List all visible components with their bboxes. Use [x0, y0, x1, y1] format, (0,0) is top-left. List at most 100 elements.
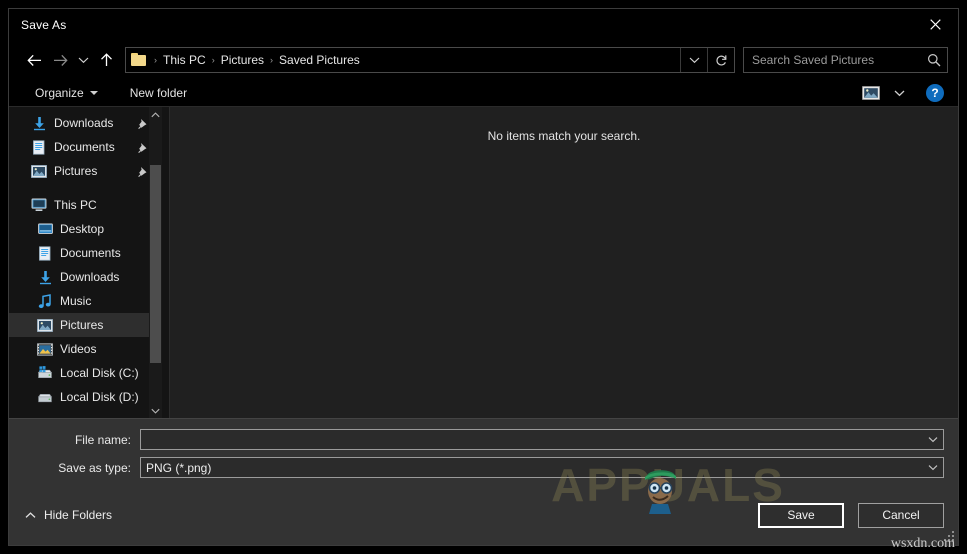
hide-folders-label: Hide Folders	[44, 508, 113, 522]
sidebar-item-label: Local Disk (D:)	[60, 390, 139, 404]
chevron-down-icon	[89, 90, 98, 95]
address-bar[interactable]: › This PC › Pictures › Saved Pictures	[125, 47, 735, 73]
title-bar: Save As	[9, 9, 958, 41]
dialog-buttons: Save Cancel	[758, 502, 944, 528]
file-name-input[interactable]	[141, 432, 923, 447]
save-as-type-value: PNG (*.png)	[146, 460, 212, 475]
sidebar-item-downloads-quick[interactable]: Downloads	[9, 111, 155, 135]
picture-icon	[37, 317, 53, 333]
pc-icon	[31, 197, 47, 213]
save-as-dialog: Save As › This PC › Pictures › Saved Pic…	[8, 8, 959, 546]
refresh-button[interactable]	[707, 48, 734, 72]
breadcrumb-item-1[interactable]: Pictures	[218, 53, 267, 67]
sidebar-item-pictures-quick[interactable]: Pictures	[9, 159, 155, 183]
view-mode-button[interactable]	[858, 82, 884, 104]
document-icon	[31, 139, 47, 155]
chevron-up-icon	[25, 511, 36, 518]
sidebar-item-local-disk-d[interactable]: Local Disk (D:)	[9, 385, 155, 409]
breadcrumb-item-0[interactable]: This PC	[160, 53, 209, 67]
desktop-icon	[37, 221, 53, 237]
file-list[interactable]: No items match your search.	[170, 107, 958, 418]
sidebar-item-partial[interactable]	[9, 409, 155, 418]
chevron-down-icon	[689, 57, 699, 64]
sidebar-item-downloads[interactable]: Downloads	[9, 265, 155, 289]
sidebar-item-label: Documents	[54, 140, 115, 154]
file-name-label: File name:	[74, 432, 131, 447]
help-icon: ?	[931, 85, 939, 100]
navigation-pane-items: Downloads Documents Pictures This PC Des…	[9, 107, 155, 418]
hide-folders-button[interactable]: Hide Folders	[23, 504, 114, 526]
dialog-footer: Hide Folders Save Cancel	[9, 485, 958, 545]
arrow-right-icon	[53, 54, 68, 66]
breadcrumb-separator: ›	[211, 55, 215, 65]
command-bar-right: ?	[858, 82, 948, 104]
scroll-down-button[interactable]	[149, 403, 162, 418]
sidebar-item-label: Downloads	[60, 270, 120, 284]
drive-icon	[37, 413, 53, 418]
resize-grip-icon[interactable]	[943, 530, 955, 542]
navigation-pane: Downloads Documents Pictures This PC Des…	[9, 107, 170, 418]
sidebar-item-desktop[interactable]: Desktop	[9, 217, 155, 241]
search-input[interactable]	[744, 53, 921, 67]
sidebar-item-videos[interactable]: Videos	[9, 337, 155, 361]
view-dropdown-button[interactable]	[886, 82, 912, 104]
new-folder-label: New folder	[129, 85, 188, 100]
download-icon	[31, 115, 47, 131]
breadcrumb-item-2[interactable]: Saved Pictures	[276, 53, 363, 67]
command-bar: Organize New folder ?	[9, 79, 958, 107]
navigation-pane-scrollbar[interactable]	[149, 107, 162, 418]
up-button[interactable]	[93, 47, 119, 73]
help-button[interactable]: ?	[926, 83, 944, 102]
save-form: File name: Save as type: PNG (*.png)	[9, 418, 958, 485]
sidebar-item-music[interactable]: Music	[9, 289, 155, 313]
scroll-up-button[interactable]	[149, 107, 162, 122]
save-button[interactable]: Save	[758, 502, 844, 528]
sidebar-item-local-disk-c[interactable]: Local Disk (C:)	[9, 361, 155, 385]
save-button-label: Save	[787, 508, 815, 522]
sidebar-item-label: Local Disk (C:)	[60, 366, 139, 380]
search-box[interactable]	[743, 47, 948, 73]
sidebar-item-label: Pictures	[60, 318, 104, 332]
sidebar-item-documents-quick[interactable]: Documents	[9, 135, 155, 159]
dialog-body: Downloads Documents Pictures This PC Des…	[9, 107, 958, 418]
back-button[interactable]	[21, 47, 47, 73]
system-drive-icon	[37, 365, 53, 381]
cancel-button[interactable]: Cancel	[858, 502, 944, 528]
chevron-up-icon	[151, 111, 160, 117]
address-dropdown-button[interactable]	[680, 48, 707, 72]
refresh-icon	[715, 54, 726, 66]
sidebar-item-documents[interactable]: Documents	[9, 241, 155, 265]
recent-locations-button[interactable]	[73, 47, 93, 73]
forward-button[interactable]	[47, 47, 73, 73]
sidebar-item-label: Documents	[60, 246, 121, 260]
file-name-dropdown-button[interactable]	[923, 430, 943, 449]
cancel-button-label: Cancel	[882, 508, 920, 522]
chevron-down-icon	[78, 57, 88, 64]
pin-icon	[137, 164, 149, 178]
chevron-down-icon	[894, 90, 904, 96]
video-icon	[37, 341, 53, 357]
close-icon	[929, 19, 941, 30]
scrollbar-thumb[interactable]	[150, 165, 161, 363]
sidebar-item-pictures[interactable]: Pictures	[9, 313, 155, 337]
new-folder-button[interactable]: New folder	[122, 83, 195, 103]
download-icon	[37, 269, 53, 285]
search-button[interactable]	[921, 48, 947, 72]
navigation-bar: › This PC › Pictures › Saved Pictures	[9, 41, 958, 79]
chevron-down-icon	[928, 465, 938, 471]
close-button[interactable]	[912, 9, 958, 40]
save-as-type-combo[interactable]: PNG (*.png)	[140, 457, 944, 478]
sidebar-item-label: Pictures	[54, 164, 98, 178]
sidebar-separator	[9, 183, 155, 193]
picture-icon	[31, 163, 47, 179]
file-name-combo[interactable]	[140, 429, 944, 450]
save-as-type-dropdown-button[interactable]	[923, 458, 943, 477]
empty-list-message: No items match your search.	[487, 129, 641, 143]
arrow-up-icon	[100, 53, 112, 66]
organize-button[interactable]: Organize	[27, 83, 106, 103]
document-icon	[37, 245, 53, 261]
music-icon	[37, 293, 53, 309]
drive-icon	[37, 389, 53, 405]
sidebar-item-this-pc[interactable]: This PC	[9, 193, 155, 217]
sidebar-item-label: Desktop	[60, 222, 105, 236]
